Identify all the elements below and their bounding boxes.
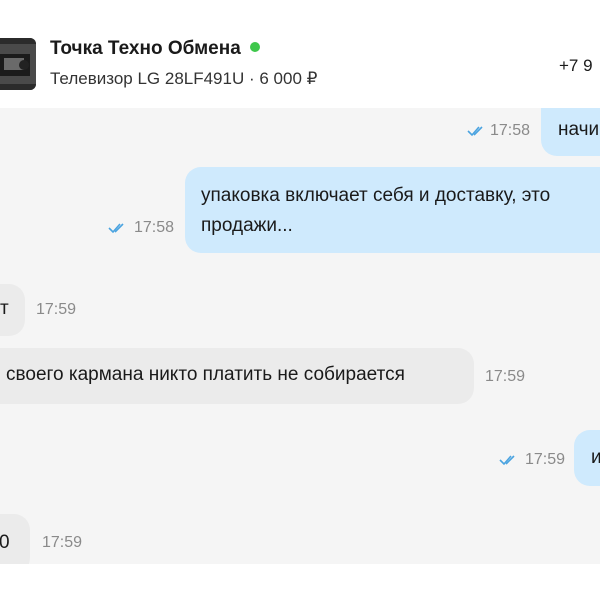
message-text: начи (558, 119, 600, 140)
message-bubble[interactable]: 0 (0, 514, 30, 564)
message-time: 17:59 (525, 451, 566, 468)
message-time: 17:59 (36, 301, 77, 318)
read-ticks-icon (467, 126, 483, 137)
message-bubble[interactable]: т (0, 284, 25, 336)
read-ticks-icon (108, 223, 124, 234)
message-text-line: продажи... (201, 215, 293, 236)
message-text: 0 (0, 532, 10, 553)
bottom-area (0, 564, 600, 600)
product-thumbnail[interactable] (0, 38, 36, 90)
message-bubble[interactable]: и (574, 430, 600, 486)
online-status-icon (249, 42, 260, 52)
listing-info[interactable]: Телевизор LG 28LF491U · 6 000 ₽ (50, 69, 317, 89)
message-time: 17:59 (485, 368, 526, 385)
message-list[interactable]: 17:58 начи 17:58 упаковка включает себя … (0, 108, 600, 564)
chat-header: Точка Техно Обмена Телевизор LG 28LF491U… (0, 0, 600, 108)
phone-number[interactable]: +7 9 (559, 56, 593, 76)
message-time: 17:58 (490, 122, 531, 139)
read-ticks-icon (499, 455, 515, 466)
message-text-line: упаковка включает себя и доставку, это (201, 185, 551, 206)
seller-name[interactable]: Точка Техно Обмена (50, 38, 260, 60)
message-bubble[interactable]: своего кармана никто платить не собирает… (0, 348, 474, 404)
message-text: и (591, 447, 600, 468)
message-bubble[interactable]: упаковка включает себя и доставку, это п… (185, 167, 600, 253)
message-text: т (0, 298, 9, 319)
message-time: 17:59 (42, 534, 83, 551)
message-time: 17:58 (134, 219, 175, 236)
message-text: своего кармана никто платить не собирает… (6, 364, 405, 385)
seller-name-text: Точка Техно Обмена (50, 38, 241, 59)
message-bubble[interactable]: начи (541, 108, 600, 156)
